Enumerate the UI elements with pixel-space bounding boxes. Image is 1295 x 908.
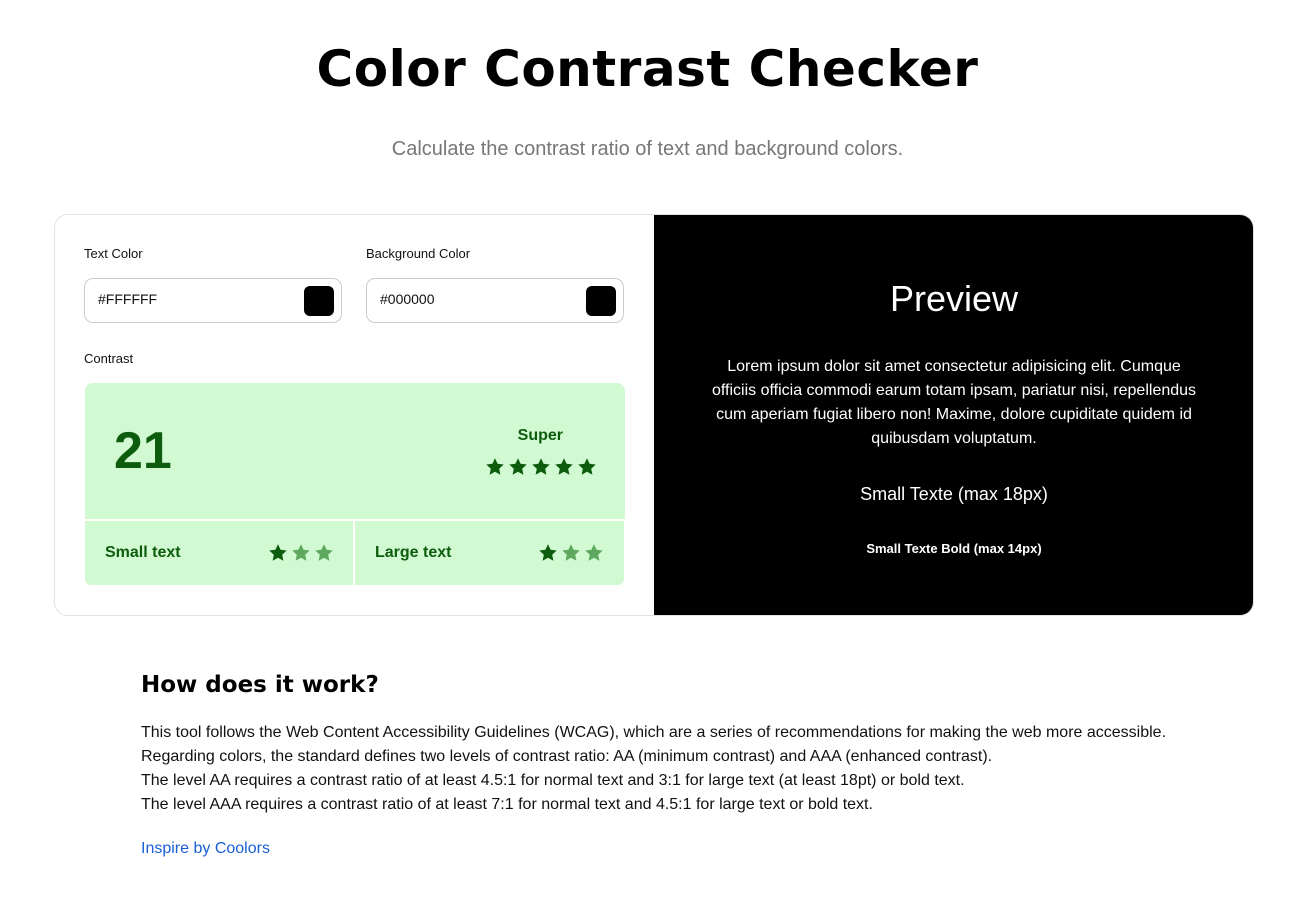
star-icon	[485, 457, 505, 477]
contrast-score-box: 21 Super	[85, 383, 625, 519]
preview-small-bold-text: Small Texte Bold (max 14px)	[866, 541, 1042, 556]
inspire-link[interactable]: Inspire by Coolors	[141, 839, 270, 859]
page-title: Color Contrast Checker	[316, 40, 979, 98]
star-icon	[268, 543, 288, 563]
how-it-works-heading: How does it work?	[141, 672, 379, 698]
star-icon	[538, 543, 558, 563]
star-icon	[554, 457, 574, 477]
checker-card: Text Color Background Color Contrast 21 …	[54, 214, 1254, 616]
background-color-input[interactable]	[380, 291, 560, 307]
page: Color Contrast Checker Calculate the con…	[0, 0, 1295, 908]
controls-panel: Text Color Background Color Contrast 21 …	[55, 215, 654, 615]
small-text-result: Small text	[85, 521, 353, 585]
star-icon	[291, 543, 311, 563]
large-text-label: Large text	[375, 544, 452, 561]
rating-stars	[485, 457, 597, 477]
star-icon	[508, 457, 528, 477]
preview-title: Preview	[889, 278, 1019, 319]
text-color-input[interactable]	[98, 291, 278, 307]
how-line: This tool follows the Web Content Access…	[141, 724, 1167, 741]
small-text-stars	[268, 543, 334, 563]
preview-small-text: Small Texte (max 18px)	[860, 484, 1048, 504]
star-icon	[584, 543, 604, 563]
contrast-ratio-value: 21	[114, 422, 172, 480]
background-color-label: Background Color	[366, 246, 471, 261]
preview-body-text: Lorem ipsum dolor sit amet consectetur a…	[711, 358, 1197, 447]
text-color-field[interactable]	[84, 278, 342, 323]
how-it-works-text: This tool follows the Web Content Access…	[141, 721, 1241, 817]
contrast-label: Contrast	[84, 351, 134, 366]
how-line: The level AA requires a contrast ratio o…	[141, 772, 965, 789]
star-icon	[561, 543, 581, 563]
how-line: The level AAA requires a contrast ratio …	[141, 796, 873, 813]
background-color-field[interactable]	[366, 278, 624, 323]
preview-panel: Preview Lorem ipsum dolor sit amet conse…	[654, 215, 1253, 615]
how-line: Regarding colors, the standard defines t…	[141, 748, 993, 765]
background-color-swatch[interactable]	[586, 286, 616, 316]
small-text-label: Small text	[105, 544, 181, 561]
text-color-swatch[interactable]	[304, 286, 334, 316]
star-icon	[314, 543, 334, 563]
page-subtitle: Calculate the contrast ratio of text and…	[391, 138, 904, 160]
large-text-result: Large text	[355, 521, 624, 585]
star-icon	[577, 457, 597, 477]
star-icon	[531, 457, 551, 477]
text-color-label: Text Color	[84, 246, 143, 261]
large-text-stars	[538, 543, 604, 563]
contrast-rating-label: Super	[517, 427, 563, 444]
